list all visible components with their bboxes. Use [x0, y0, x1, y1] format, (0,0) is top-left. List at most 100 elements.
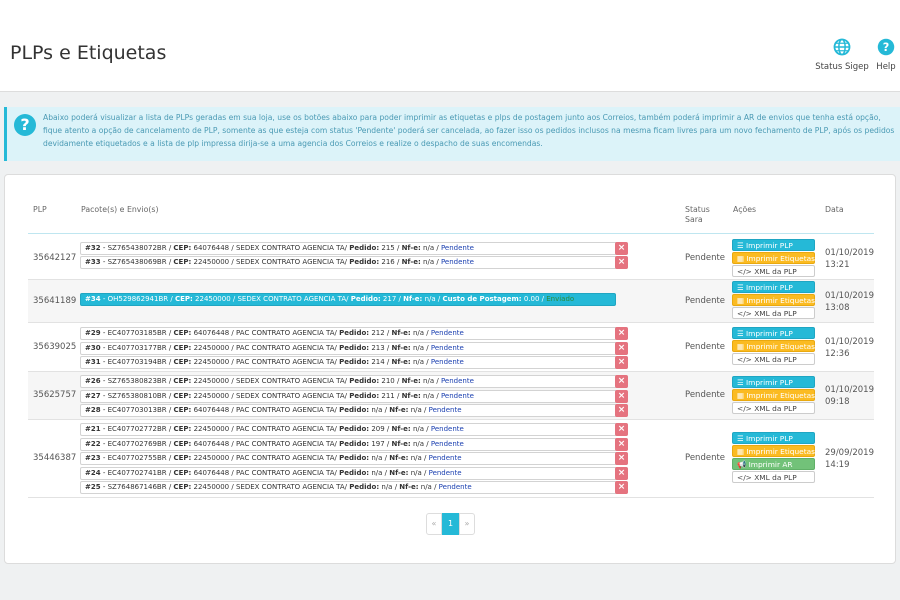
xml-plp-button[interactable]: </> XML da PLP: [732, 307, 815, 319]
nfe-value: n/a: [423, 258, 435, 266]
delete-package-button[interactable]: ×: [615, 327, 628, 340]
imprimir-plp-button[interactable]: ☰ Imprimir PLP: [732, 375, 815, 388]
package-status: Pendente: [438, 483, 472, 492]
cep-label: CEP:: [173, 258, 192, 266]
plp-date-day: 01/10/2019: [825, 290, 874, 301]
nfe-label: Nf-e:: [391, 439, 411, 448]
imprimir-plp-button[interactable]: ☰ Imprimir PLP: [732, 327, 815, 339]
column-header-status: Status Sara: [685, 205, 710, 225]
pagination-next-button[interactable]: »: [459, 513, 475, 535]
delete-package-button[interactable]: ×: [615, 389, 628, 403]
plp-date: 01/10/2019 09:18: [825, 384, 874, 408]
table-row: 35625757 Pendente 01/10/2019 09:18 #26 - SZ7…: [28, 372, 874, 420]
tracking-code: SZ764867146BR: [107, 483, 167, 492]
pedido-label: Pedido:: [339, 406, 370, 414]
plp-date-day: 01/10/2019: [825, 336, 874, 347]
plp-date-day: 01/10/2019: [825, 385, 874, 395]
page-header: PLPs e Etiquetas Status Sigep ? Help: [0, 0, 900, 92]
package-line: #23 - EC407702755BR / CEP: 22450000 / PA…: [80, 452, 628, 466]
delete-package-button[interactable]: ×: [615, 437, 628, 451]
pagination-page-1[interactable]: 1: [442, 513, 459, 535]
delete-package-button[interactable]: ×: [615, 423, 628, 436]
package-id: #32: [85, 244, 101, 252]
imprimir-ar-button[interactable]: 📢 Imprimir AR: [732, 458, 815, 470]
plp-number: 35625757: [33, 390, 77, 400]
package-id: #22: [85, 439, 101, 448]
imprimir-plp-button[interactable]: ☰ Imprimir PLP: [732, 281, 815, 293]
service-name: PAC CONTRATO AGENCIA TA/: [236, 454, 337, 463]
imprimir-etiquetas-button[interactable]: ▦ Imprimir Etiquetas: [732, 388, 815, 401]
pedido-value: n/a: [371, 454, 383, 463]
delete-package-button[interactable]: ×: [615, 452, 628, 466]
package-id: #29: [85, 329, 101, 337]
cep-value: 22450000: [193, 483, 230, 492]
package-status: Pendente: [440, 391, 474, 400]
package-status: Pendente: [428, 406, 462, 414]
cep-value: 22450000: [193, 343, 230, 352]
imprimir-ar-button-label: Imprimir AR: [748, 460, 793, 469]
delete-package-button[interactable]: ×: [615, 341, 628, 355]
pedido-label: Pedido:: [349, 244, 380, 252]
plp-icon: ☰: [737, 329, 746, 338]
delete-package-button[interactable]: ×: [615, 256, 628, 269]
delete-package-button[interactable]: ×: [615, 356, 628, 369]
pedido-label: Pedido:: [339, 358, 370, 366]
nfe-value: n/a: [410, 454, 422, 463]
tracking-code: SZ765438069BR: [107, 258, 167, 266]
help-button[interactable]: ? Help: [872, 38, 900, 72]
pedido-label: Pedido:: [339, 454, 370, 463]
question-circle-icon: ?: [14, 114, 36, 136]
xml-plp-button[interactable]: </> XML da PLP: [732, 401, 815, 414]
cep-label: CEP:: [173, 329, 192, 337]
package-status: Pendente: [430, 329, 464, 337]
cep-label: CEP:: [173, 343, 192, 352]
plp-status: Pendente: [685, 253, 726, 263]
nfe-value: n/a: [412, 425, 425, 433]
nfe-value: n/a: [412, 329, 425, 337]
pedido-value: 212: [371, 329, 385, 337]
plp-status: Pendente: [685, 453, 726, 463]
tracking-code: EC407703013BR: [107, 406, 167, 414]
nfe-value: n/a: [423, 377, 435, 385]
status-sigep-button[interactable]: Status Sigep: [814, 38, 870, 72]
question-circle-icon: ?: [877, 38, 895, 56]
tracking-code: EC407703194BR: [107, 358, 167, 366]
plp-status: Pendente: [685, 295, 726, 306]
imprimir-etiquetas-button[interactable]: ▦ Imprimir Etiquetas: [732, 340, 815, 352]
imprimir-etiquetas-button[interactable]: ▦ Imprimir Etiquetas: [732, 445, 815, 457]
cep-label: CEP:: [173, 358, 192, 366]
package-status: Pendente: [440, 377, 474, 385]
imprimir-plp-button-label: Imprimir PLP: [745, 377, 793, 387]
nfe-value: n/a: [423, 244, 435, 252]
table-row: 35639025 Pendente 01/10/2019 12:36 #29 - EC4…: [28, 323, 874, 372]
pedido-value: 217: [382, 295, 397, 303]
imprimir-plp-button[interactable]: ☰ Imprimir PLP: [732, 432, 815, 444]
package-line: #22 - EC407702769BR / CEP: 64076448 / PA…: [80, 437, 628, 451]
xml-icon: </>: [737, 266, 755, 276]
package-status: Pendente: [440, 244, 474, 252]
service-name: SEDEX CONTRATO AGENCIA TA/: [237, 295, 349, 303]
delete-package-button[interactable]: ×: [615, 481, 628, 495]
imprimir-etiquetas-button[interactable]: ▦ Imprimir Etiquetas: [732, 251, 815, 264]
nfe-label: Nf-e:: [401, 258, 421, 266]
pedido-value: n/a: [371, 406, 383, 414]
plp-date: 01/10/2019 13:08: [825, 290, 874, 314]
delete-package-button[interactable]: ×: [615, 242, 628, 255]
pedido-label: Pedido:: [350, 295, 381, 303]
xml-plp-button[interactable]: </> XML da PLP: [732, 471, 815, 483]
imprimir-plp-button[interactable]: ☰ Imprimir PLP: [732, 238, 815, 251]
package-status: Pendente: [428, 468, 462, 477]
plp-date-time: 12:36: [825, 348, 850, 359]
delete-package-button[interactable]: ×: [615, 466, 628, 480]
pedido-label: Pedido:: [339, 439, 370, 448]
plp-status: Pendente: [685, 390, 726, 400]
service-name: SEDEX CONTRATO AGENCIA TA/: [235, 483, 347, 492]
xml-plp-button[interactable]: </> XML da PLP: [732, 353, 815, 365]
plp-icon: ☰: [737, 240, 746, 250]
xml-plp-button[interactable]: </> XML da PLP: [732, 264, 815, 277]
delete-package-button[interactable]: ×: [615, 375, 628, 388]
delete-package-button[interactable]: ×: [615, 404, 628, 417]
pagination-prev-button[interactable]: «: [426, 513, 442, 535]
imprimir-etiquetas-button[interactable]: ▦ Imprimir Etiquetas: [732, 294, 815, 306]
nfe-label: Nf-e:: [391, 358, 411, 366]
